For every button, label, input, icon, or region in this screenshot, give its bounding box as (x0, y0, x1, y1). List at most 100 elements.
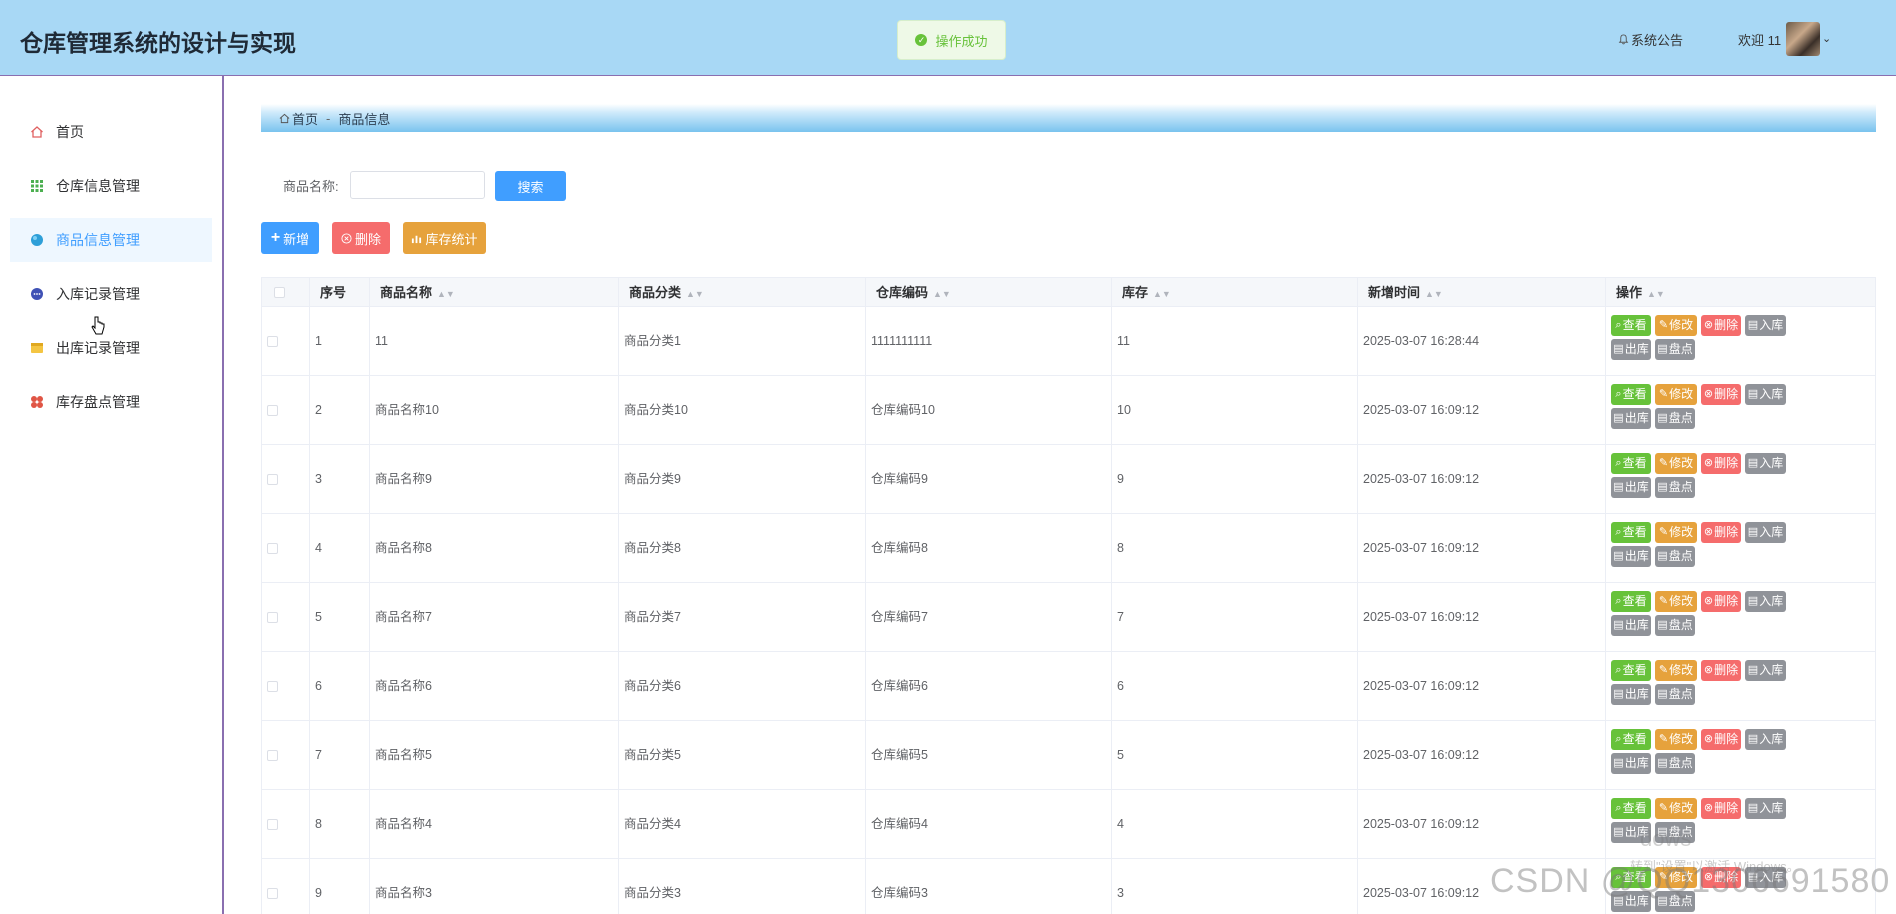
delete-button[interactable]: ⊗ 删除 (1701, 660, 1741, 681)
breadcrumb-home[interactable]: 首页 (292, 109, 318, 128)
view-button[interactable]: ⌕ 查看 (1611, 315, 1651, 336)
edit-button[interactable]: ✎ 修改 (1655, 315, 1697, 336)
outbound-button-label: 出库 (1624, 618, 1649, 632)
sidebar-item-home[interactable]: 首页 (10, 110, 212, 154)
outbound-button[interactable]: ▤ 出库 (1611, 339, 1651, 360)
delete-button[interactable]: ⊗ 删除 (1701, 729, 1741, 750)
sidebar-item-goods[interactable]: 商品信息管理 (10, 218, 212, 262)
column-header-code[interactable]: 仓库编码 ▲▼ (866, 278, 1112, 308)
delete-button[interactable]: ⊗ 删除 (1701, 591, 1741, 612)
view-button[interactable]: ⌕ 查看 (1611, 798, 1651, 819)
inventory-check-button[interactable]: ▤ 盘点 (1655, 684, 1695, 705)
view-button[interactable]: ⌕ 查看 (1611, 522, 1651, 543)
delete-button[interactable]: ⊗ 删除 (1701, 798, 1741, 819)
edit-button[interactable]: ✎ 修改 (1655, 591, 1697, 612)
dots-circle-icon (31, 288, 43, 300)
inbound-button[interactable]: ▤ 入库 (1745, 522, 1786, 543)
column-header-stock[interactable]: 库存 ▲▼ (1112, 278, 1358, 308)
edit-button[interactable]: ✎ 修改 (1655, 522, 1697, 543)
stock-stats-button[interactable]: 库存统计 (403, 222, 486, 254)
sort-icon[interactable]: ▲▼ (1647, 289, 1665, 299)
sort-icon[interactable]: ▲▼ (1425, 289, 1443, 299)
edit-button[interactable]: ✎ 修改 (1655, 729, 1697, 750)
chevron-down-icon[interactable]: ⌄ (1822, 32, 1831, 45)
table-row: 7 商品名称5 商品分类5 仓库编码5 5 2025-03-07 16:09:12 ⌕ 查看 ✎… (262, 721, 1875, 790)
row-checkbox[interactable] (267, 888, 278, 899)
row-checkbox[interactable] (267, 405, 278, 416)
edit-button[interactable]: ✎ 修改 (1655, 453, 1697, 474)
breadcrumb: 首页 - 商品信息 (261, 104, 1876, 132)
sort-icon[interactable]: ▲▼ (933, 289, 951, 299)
select-all-checkbox[interactable] (274, 287, 285, 298)
sidebar-item-inventory[interactable]: 库存盘点管理 (10, 380, 212, 424)
add-button[interactable]: + 新增 (261, 222, 319, 254)
delete-button[interactable]: ⊗ 删除 (1701, 522, 1741, 543)
inbound-button[interactable]: ▤ 入库 (1745, 591, 1786, 612)
document-icon: ▤ (1747, 457, 1759, 469)
row-checkbox[interactable] (267, 819, 278, 830)
edit-button-label: 修改 (1669, 801, 1694, 815)
row-checkbox[interactable] (267, 612, 278, 623)
inbound-button[interactable]: ▤ 入库 (1745, 384, 1786, 405)
view-button[interactable]: ⌕ 查看 (1611, 384, 1651, 405)
sort-icon[interactable]: ▲▼ (1153, 289, 1171, 299)
row-checkbox[interactable] (267, 681, 278, 692)
inventory-check-button[interactable]: ▤ 盘点 (1655, 753, 1695, 774)
search-icon: ⌕ (1615, 388, 1622, 400)
row-checkbox[interactable] (267, 474, 278, 485)
view-button-label: 查看 (1622, 318, 1647, 332)
inventory-check-button[interactable]: ▤ 盘点 (1655, 339, 1695, 360)
view-button[interactable]: ⌕ 查看 (1611, 453, 1651, 474)
inventory-check-button[interactable]: ▤ 盘点 (1655, 408, 1695, 429)
outbound-button[interactable]: ▤ 出库 (1611, 477, 1651, 498)
delete-button[interactable]: ⊗ 删除 (1701, 384, 1741, 405)
outbound-button[interactable]: ▤ 出库 (1611, 615, 1651, 636)
inbound-button[interactable]: ▤ 入库 (1745, 660, 1786, 681)
search-input[interactable] (350, 171, 485, 199)
delete-button[interactable]: ⊗ 删除 (1701, 315, 1741, 336)
action-buttons: ⌕ 查看 ✎ 修改 ⊗ 删除 ▤ 入库 ▤ 出库 ▤ 盘点 (1611, 453, 1831, 501)
row-checkbox[interactable] (267, 336, 278, 347)
inbound-button[interactable]: ▤ 入库 (1745, 798, 1786, 819)
column-header-time[interactable]: 新增时间 ▲▼ (1358, 278, 1606, 308)
search-button[interactable]: 搜索 (495, 171, 566, 201)
column-header-name[interactable]: 商品名称 ▲▼ (370, 278, 619, 308)
view-button[interactable]: ⌕ 查看 (1611, 729, 1651, 750)
select-all-cell (262, 278, 310, 308)
row-checkbox[interactable] (267, 543, 278, 554)
row-checkbox[interactable] (267, 750, 278, 761)
cell-actions: ⌕ 查看 ✎ 修改 ⊗ 删除 ▤ 入库 ▤ 出库 ▤ 盘点 (1606, 721, 1875, 790)
sort-icon[interactable]: ▲▼ (686, 289, 704, 299)
batch-delete-button[interactable]: 删除 (332, 222, 390, 254)
sidebar-item-warehouse[interactable]: 仓库信息管理 (10, 164, 212, 208)
user-avatar[interactable] (1786, 22, 1820, 56)
system-notice-link[interactable]: 系统公告 (1618, 30, 1683, 49)
sort-icon[interactable]: ▲▼ (437, 289, 455, 299)
inventory-check-button[interactable]: ▤ 盘点 (1655, 546, 1695, 567)
view-button[interactable]: ⌕ 查看 (1611, 591, 1651, 612)
sidebar-item-outbound[interactable]: 出库记录管理 (10, 326, 212, 370)
outbound-button[interactable]: ▤ 出库 (1611, 753, 1651, 774)
delete-button[interactable]: ⊗ 删除 (1701, 453, 1741, 474)
view-button-label: 查看 (1622, 387, 1647, 401)
outbound-button[interactable]: ▤ 出库 (1611, 408, 1651, 429)
edit-button[interactable]: ✎ 修改 (1655, 660, 1697, 681)
cell-category: 商品分类7 (619, 583, 866, 652)
view-button[interactable]: ⌕ 查看 (1611, 660, 1651, 681)
edit-button[interactable]: ✎ 修改 (1655, 798, 1697, 819)
column-header-actions[interactable]: 操作 ▲▼ (1606, 278, 1875, 308)
cell-code: 仓库编码9 (866, 445, 1112, 514)
column-header-category[interactable]: 商品分类 ▲▼ (619, 278, 866, 308)
table-row: 6 商品名称6 商品分类6 仓库编码6 6 2025-03-07 16:09:12 ⌕ 查看 ✎… (262, 652, 1875, 721)
outbound-button[interactable]: ▤ 出库 (1611, 684, 1651, 705)
inbound-button[interactable]: ▤ 入库 (1745, 453, 1786, 474)
sidebar-item-inbound[interactable]: 入库记录管理 (10, 272, 212, 316)
inventory-check-button[interactable]: ▤ 盘点 (1655, 477, 1695, 498)
search-icon: ⌕ (1615, 595, 1622, 607)
inbound-button[interactable]: ▤ 入库 (1745, 729, 1786, 750)
inventory-check-button[interactable]: ▤ 盘点 (1655, 615, 1695, 636)
outbound-button[interactable]: ▤ 出库 (1611, 546, 1651, 567)
edit-button[interactable]: ✎ 修改 (1655, 384, 1697, 405)
inbound-button[interactable]: ▤ 入库 (1745, 315, 1786, 336)
document-icon: ▤ (1657, 619, 1668, 631)
